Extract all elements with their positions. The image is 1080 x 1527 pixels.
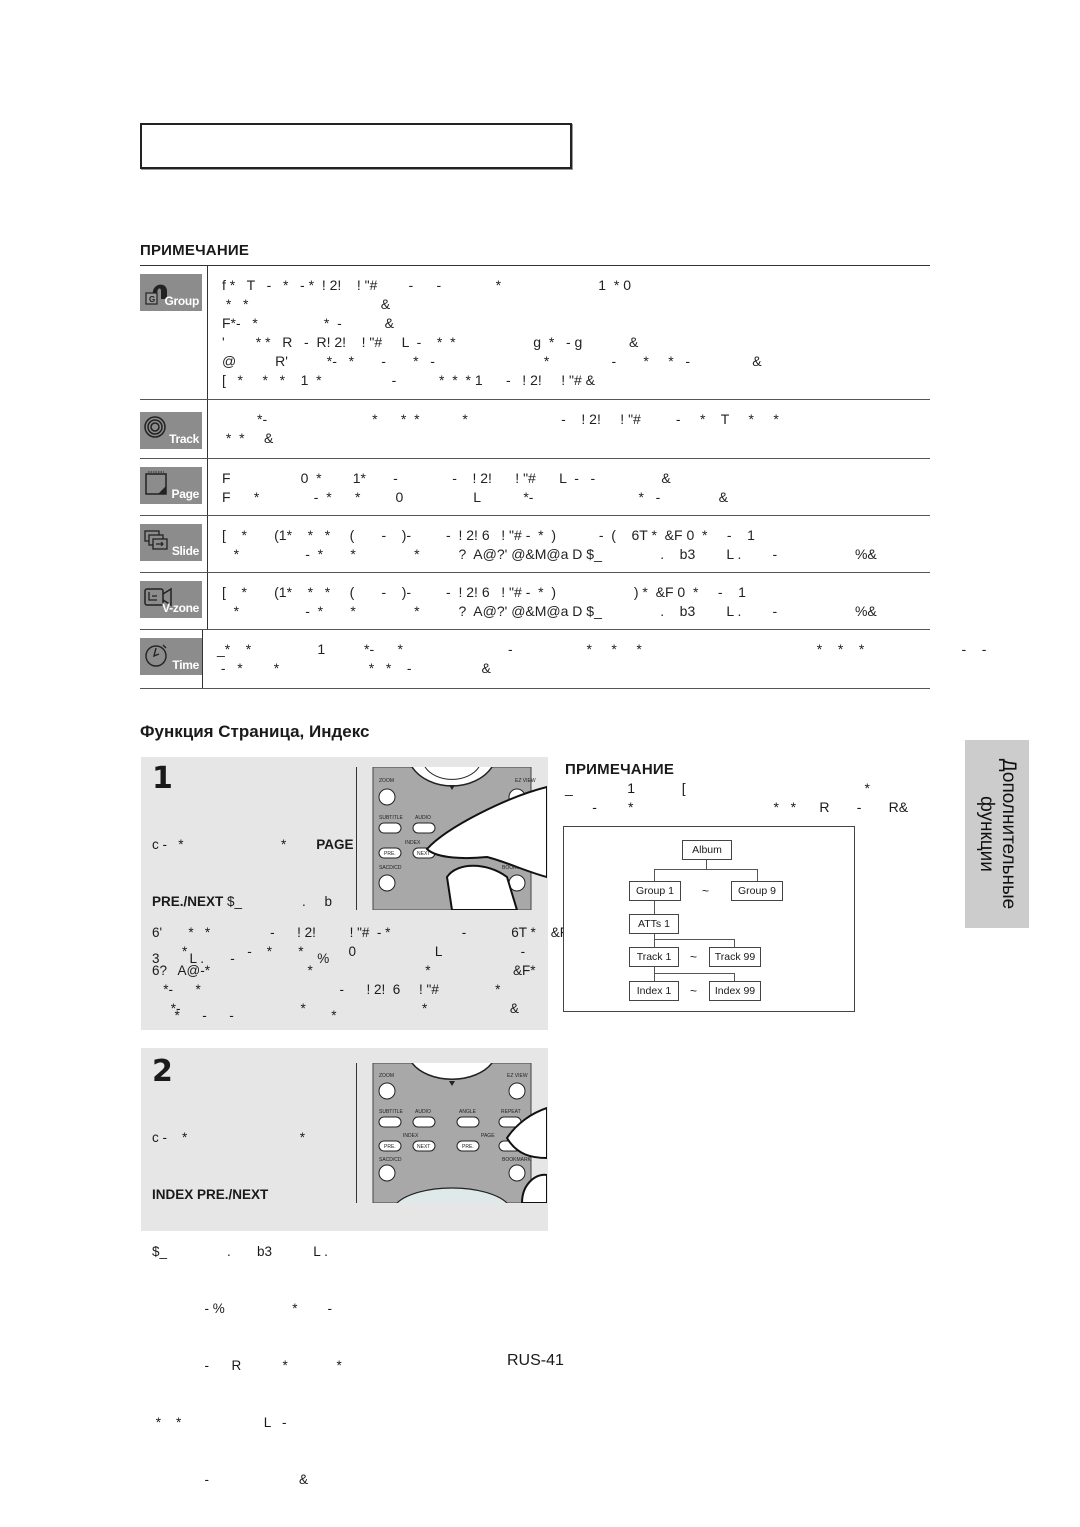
note-row-slide: Slide [ * (1* * * ( - )- - ! 2! 6 ! "# -… [140, 516, 930, 573]
connector-line [654, 967, 655, 981]
step-2-text: c - * * INDEX PRE./NEXT $_ . b3 L . - % … [152, 1130, 342, 1487]
connector-line [654, 939, 734, 940]
svg-text:BOOKMARK: BOOKMARK [502, 1157, 532, 1163]
svg-text:SUBTITLE: SUBTITLE [379, 1109, 404, 1115]
svg-text:ZOOM: ZOOM [379, 778, 394, 784]
note-row-track: Track *- * * * * - ! 2! ! "# - * T * * *… [140, 400, 930, 459]
vzone-icon-label: V-zone [162, 601, 199, 615]
svg-text:SUBTITLE: SUBTITLE [379, 815, 404, 821]
connector-line [654, 869, 655, 881]
step-1-note-text: 6' * * - ! 2! ! "# - * - 6T * &F * - * *… [152, 925, 615, 1016]
page-icon-label: Page [171, 487, 200, 501]
svg-text:ANGLE: ANGLE [459, 1109, 477, 1115]
svg-text:SACD/CD: SACD/CD [379, 865, 402, 871]
page-key-label: PAGE [316, 837, 354, 852]
group-icon-label: Group [164, 294, 200, 308]
connector-line [757, 869, 758, 881]
node-group-first: Group 1 [629, 881, 681, 901]
svg-text:REPEAT: REPEAT [501, 1109, 521, 1115]
side-tab-line-2: функции [976, 796, 997, 872]
step-1-number: 1 [152, 761, 173, 796]
note-text-slide: [ * (1* * * ( - )- - ! 2! 6 ! "# - * ) -… [222, 527, 877, 562]
track-icon-label: Track [169, 432, 199, 446]
notes-heading: ПРИМЕЧАНИЕ [140, 242, 250, 259]
slide-icon-label: Slide [171, 544, 199, 558]
note-text-vzone: [ * (1* * * ( - )- - ! 2! 6 ! "# - * ) )… [222, 584, 877, 619]
side-tab-line-1: Дополнительные [998, 758, 1019, 910]
svg-text:AUDIO: AUDIO [415, 815, 431, 821]
time-icon: Time [140, 638, 202, 675]
svg-text:PRE.: PRE. [462, 1144, 474, 1150]
node-group-last: Group 9 [731, 881, 783, 901]
svg-text:SACD/CD: SACD/CD [379, 1157, 402, 1163]
node-album: Album [682, 840, 732, 860]
step-2-panel: 2 c - * * INDEX PRE./NEXT $_ . b3 L . - … [141, 1048, 548, 1487]
page-number: RUS-41 [507, 1352, 564, 1369]
track-icon: Track [140, 412, 202, 449]
note-text-time: _* * 1 *- * - * * * * * * - - - * * * * … [217, 641, 987, 676]
node-atts: ATTs 1 [629, 914, 679, 934]
svg-text:INDEX: INDEX [405, 840, 421, 846]
hierarchy-diagram: Album Group 1 ~ Group 9 ATTs 1 Track 1 ~… [563, 826, 855, 1012]
time-icon-label: Time [172, 658, 199, 672]
node-index-last: Index 99 [709, 981, 761, 1001]
svg-text:AUDIO: AUDIO [415, 1109, 431, 1115]
svg-text:PAGE: PAGE [481, 1133, 495, 1139]
note-text-track: *- * * * * - ! 2! ! "# - * T * * * * & [225, 411, 779, 446]
connector-line [734, 939, 735, 947]
svg-text:G: G [149, 295, 155, 304]
connector-line [654, 934, 655, 947]
range-tilde: ~ [690, 984, 698, 998]
node-track-first: Track 1 [629, 947, 679, 967]
svg-text:EZ VIEW: EZ VIEW [515, 778, 536, 784]
svg-text:ZOOM: ZOOM [379, 1073, 394, 1079]
side-note-heading: ПРИМЕЧАНИЕ [565, 761, 675, 778]
svg-text:INDEX: INDEX [403, 1133, 419, 1139]
remote-control-illustration-2: ZOOM EZ VIEW SUBTITLE AUDIO ANGLE REPEAT… [356, 1063, 547, 1203]
remote-illustration-svg-2: ZOOM EZ VIEW SUBTITLE AUDIO ANGLE REPEAT… [372, 1063, 547, 1203]
step-1-panel: 1 c - * * PAGE PRE./NEXT $_ . b 3 L . - … [141, 757, 615, 1137]
section-side-tab: Дополнительные функции [965, 740, 1029, 928]
svg-text:NEXT: NEXT [417, 851, 430, 857]
range-tilde: ~ [690, 950, 698, 964]
connector-line [654, 901, 655, 914]
range-tilde: ~ [702, 884, 710, 898]
note-text-page: F 0 * 1* - - ! 2! ! "# L - - & F * - * *… [222, 470, 728, 505]
slide-icon: Slide [140, 524, 202, 561]
svg-text:PRE.: PRE. [384, 1144, 396, 1150]
svg-text:NEXT: NEXT [417, 1144, 430, 1150]
note-row-group: G Group f * T - * - * ! 2! ! "# - - * 1 … [140, 266, 930, 400]
vzone-icon: V-zone [140, 581, 202, 618]
svg-text:EZ VIEW: EZ VIEW [507, 1073, 528, 1079]
connector-line [706, 859, 707, 869]
node-index-first: Index 1 [629, 981, 679, 1001]
page-icon: Page [140, 467, 202, 504]
side-note-text: _ 1 [ * - * * * R - R& [565, 780, 909, 815]
note-row-page: Page F 0 * 1* - - ! 2! ! "# L - - & F * … [140, 459, 930, 516]
remote-illustration-svg: ZOOM EZ VIEW SUBTITLE AUDIO INDEX PRE. N… [372, 767, 547, 910]
notes-table: G Group f * T - * - * ! 2! ! "# - - * 1 … [140, 265, 986, 689]
note-text-group: f * T - * - * ! 2! ! "# - - * 1 * 0 * * … [222, 277, 762, 388]
svg-text:PRE.: PRE. [384, 851, 396, 857]
group-icon: G Group [140, 274, 202, 311]
remote-control-illustration-1: ZOOM EZ VIEW SUBTITLE AUDIO INDEX PRE. N… [356, 767, 547, 910]
title-box [140, 123, 572, 169]
note-row-time: Time _* * 1 *- * - * * * * * * - - - * *… [140, 630, 986, 689]
connector-line [654, 973, 734, 974]
pre-next-key-label: PRE./NEXT [152, 894, 224, 909]
step-2-number: 2 [152, 1054, 173, 1089]
connector-line [734, 973, 735, 981]
section-title: Функция Страница, Индекс [140, 722, 370, 741]
index-pre-next-key-label: INDEX PRE./NEXT [152, 1187, 269, 1202]
node-track-last: Track 99 [709, 947, 761, 967]
connector-line [654, 869, 757, 870]
note-row-vzone: V-zone [ * (1* * * ( - )- - ! 2! 6 ! "# … [140, 573, 930, 630]
